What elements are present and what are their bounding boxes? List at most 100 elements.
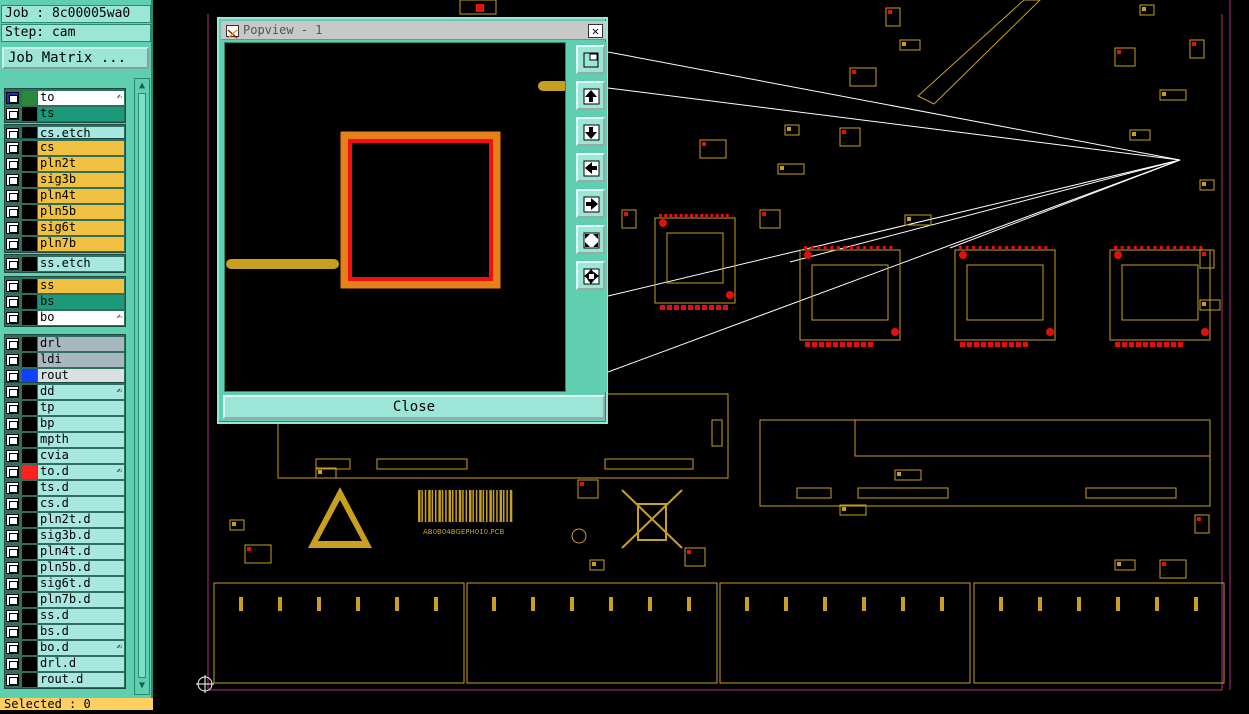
layer-color-swatch[interactable] xyxy=(22,497,37,511)
layer-color-swatch[interactable] xyxy=(22,641,37,655)
layer-color-swatch[interactable] xyxy=(22,189,37,203)
layer-checkbox[interactable] xyxy=(6,658,19,670)
layer-row-bo-d[interactable]: bo.d ✍ xyxy=(4,640,126,656)
pan-left-icon[interactable] xyxy=(576,153,605,182)
layer-row-pln2t[interactable]: pln2t xyxy=(4,156,126,172)
layer-row-cs-d[interactable]: cs.d xyxy=(4,496,126,512)
layer-checkbox[interactable] xyxy=(6,434,19,446)
layer-checkbox[interactable] xyxy=(6,498,19,510)
layer-color-swatch[interactable] xyxy=(22,237,37,251)
scroll-up-icon[interactable]: ▲ xyxy=(136,80,148,92)
layer-row-ts[interactable]: ts xyxy=(4,106,126,122)
layer-row-pln2t-d[interactable]: pln2t.d xyxy=(4,512,126,528)
layer-row-pln7b-d[interactable]: pln7b.d xyxy=(4,592,126,608)
layer-name[interactable]: rout.d xyxy=(38,673,124,687)
layer-color-swatch[interactable] xyxy=(22,529,37,543)
layer-name[interactable]: sig6t.d xyxy=(38,577,124,591)
layer-name[interactable]: cvia xyxy=(38,449,124,463)
layer-color-swatch[interactable] xyxy=(22,481,37,495)
layer-checkbox[interactable] xyxy=(6,514,19,526)
layer-name[interactable]: tp xyxy=(38,401,124,415)
layer-checkbox[interactable] xyxy=(6,92,19,104)
pan-down-icon[interactable] xyxy=(576,117,605,146)
layer-checkbox[interactable] xyxy=(6,450,19,462)
layer-color-swatch[interactable] xyxy=(22,401,37,415)
layer-color-swatch[interactable] xyxy=(22,609,37,623)
layer-checkbox[interactable] xyxy=(6,594,19,606)
layer-name[interactable]: ldi xyxy=(38,353,124,367)
layer-color-swatch[interactable] xyxy=(22,385,37,399)
layer-name[interactable]: mpth xyxy=(38,433,124,447)
layer-row-sig3b-d[interactable]: sig3b.d xyxy=(4,528,126,544)
layer-row-bp[interactable]: bp xyxy=(4,416,126,432)
zoom-in-icon[interactable] xyxy=(576,261,605,290)
layer-color-swatch[interactable] xyxy=(22,577,37,591)
layer-name[interactable]: pln4t xyxy=(38,189,124,203)
layer-name[interactable]: sig3b xyxy=(38,173,124,187)
layer-checkbox[interactable] xyxy=(6,562,19,574)
layer-checkbox[interactable] xyxy=(6,578,19,590)
layer-row-bo[interactable]: bo ✍ xyxy=(4,310,126,326)
layer-row-drl[interactable]: drl xyxy=(4,336,126,352)
layer-name[interactable]: to ✍ xyxy=(38,91,124,105)
layer-row-tp[interactable]: tp xyxy=(4,400,126,416)
layer-name[interactable]: pln7b xyxy=(38,237,124,251)
pan-up-icon[interactable] xyxy=(576,81,605,110)
layer-checkbox[interactable] xyxy=(6,338,19,350)
layer-color-swatch[interactable] xyxy=(22,657,37,671)
layer-name[interactable]: drl xyxy=(38,337,124,351)
close-button[interactable]: Close xyxy=(223,395,605,419)
layer-checkbox[interactable] xyxy=(6,642,19,654)
layer-checkbox[interactable] xyxy=(6,258,19,270)
layer-color-swatch[interactable] xyxy=(22,157,37,171)
zoom-out-icon[interactable] xyxy=(576,225,605,254)
layer-name[interactable]: sig6t xyxy=(38,221,124,235)
layer-color-swatch[interactable] xyxy=(22,545,37,559)
layer-row-pln4t-d[interactable]: pln4t.d xyxy=(4,544,126,560)
scroll-down-icon[interactable]: ▼ xyxy=(136,680,148,692)
layer-color-swatch[interactable] xyxy=(22,353,37,367)
layer-row-sig3b[interactable]: sig3b xyxy=(4,172,126,188)
layer-name[interactable]: bs xyxy=(38,295,124,309)
layer-checkbox[interactable] xyxy=(6,158,19,170)
layer-row-cs[interactable]: cs xyxy=(4,140,126,156)
layer-row-sig6t[interactable]: sig6t xyxy=(4,220,126,236)
layer-name[interactable]: pln5b xyxy=(38,205,124,219)
layer-checkbox[interactable] xyxy=(6,280,19,292)
layer-checkbox[interactable] xyxy=(6,418,19,430)
layer-name[interactable]: sig3b.d xyxy=(38,529,124,543)
layer-checkbox[interactable] xyxy=(6,626,19,638)
layer-row-pln4t[interactable]: pln4t xyxy=(4,188,126,204)
layer-color-swatch[interactable] xyxy=(22,417,37,431)
layer-row-ldi[interactable]: ldi xyxy=(4,352,126,368)
layer-row-to[interactable]: to ✍ xyxy=(4,90,126,106)
layer-checkbox[interactable] xyxy=(6,108,19,120)
layer-name[interactable]: cs xyxy=(38,141,124,155)
layer-color-swatch[interactable] xyxy=(22,295,37,309)
layer-row-cvia[interactable]: cvia xyxy=(4,448,126,464)
layer-checkbox[interactable] xyxy=(6,546,19,558)
layer-name[interactable]: ss.d xyxy=(38,609,124,623)
layer-color-swatch[interactable] xyxy=(22,593,37,607)
layer-row-ss-etch[interactable]: ss.etch xyxy=(4,256,126,272)
layer-checkbox[interactable] xyxy=(6,386,19,398)
layer-color-swatch[interactable] xyxy=(22,369,37,383)
layer-name[interactable]: pln4t.d xyxy=(38,545,124,559)
layer-row-to-d[interactable]: to.d ✍ xyxy=(4,464,126,480)
layer-scrollbar[interactable]: ▲ ▼ xyxy=(134,78,150,695)
layer-row-sig6t-d[interactable]: sig6t.d xyxy=(4,576,126,592)
layer-color-swatch[interactable] xyxy=(22,433,37,447)
layer-row-ss[interactable]: ss xyxy=(4,278,126,294)
layer-checkbox[interactable] xyxy=(6,466,19,478)
layer-row-bs[interactable]: bs xyxy=(4,294,126,310)
layer-name[interactable]: bo ✍ xyxy=(38,311,124,325)
layer-color-swatch[interactable] xyxy=(22,337,37,351)
layer-name[interactable]: bs.d xyxy=(38,625,124,639)
layer-row-mpth[interactable]: mpth xyxy=(4,432,126,448)
layer-name[interactable]: bo.d ✍ xyxy=(38,641,124,655)
layer-checkbox[interactable] xyxy=(6,402,19,414)
layer-color-swatch[interactable] xyxy=(22,311,37,325)
layer-name[interactable]: to.d ✍ xyxy=(38,465,124,479)
layer-row-pln5b[interactable]: pln5b xyxy=(4,204,126,220)
job-matrix-button[interactable]: Job Matrix ... xyxy=(2,47,149,69)
